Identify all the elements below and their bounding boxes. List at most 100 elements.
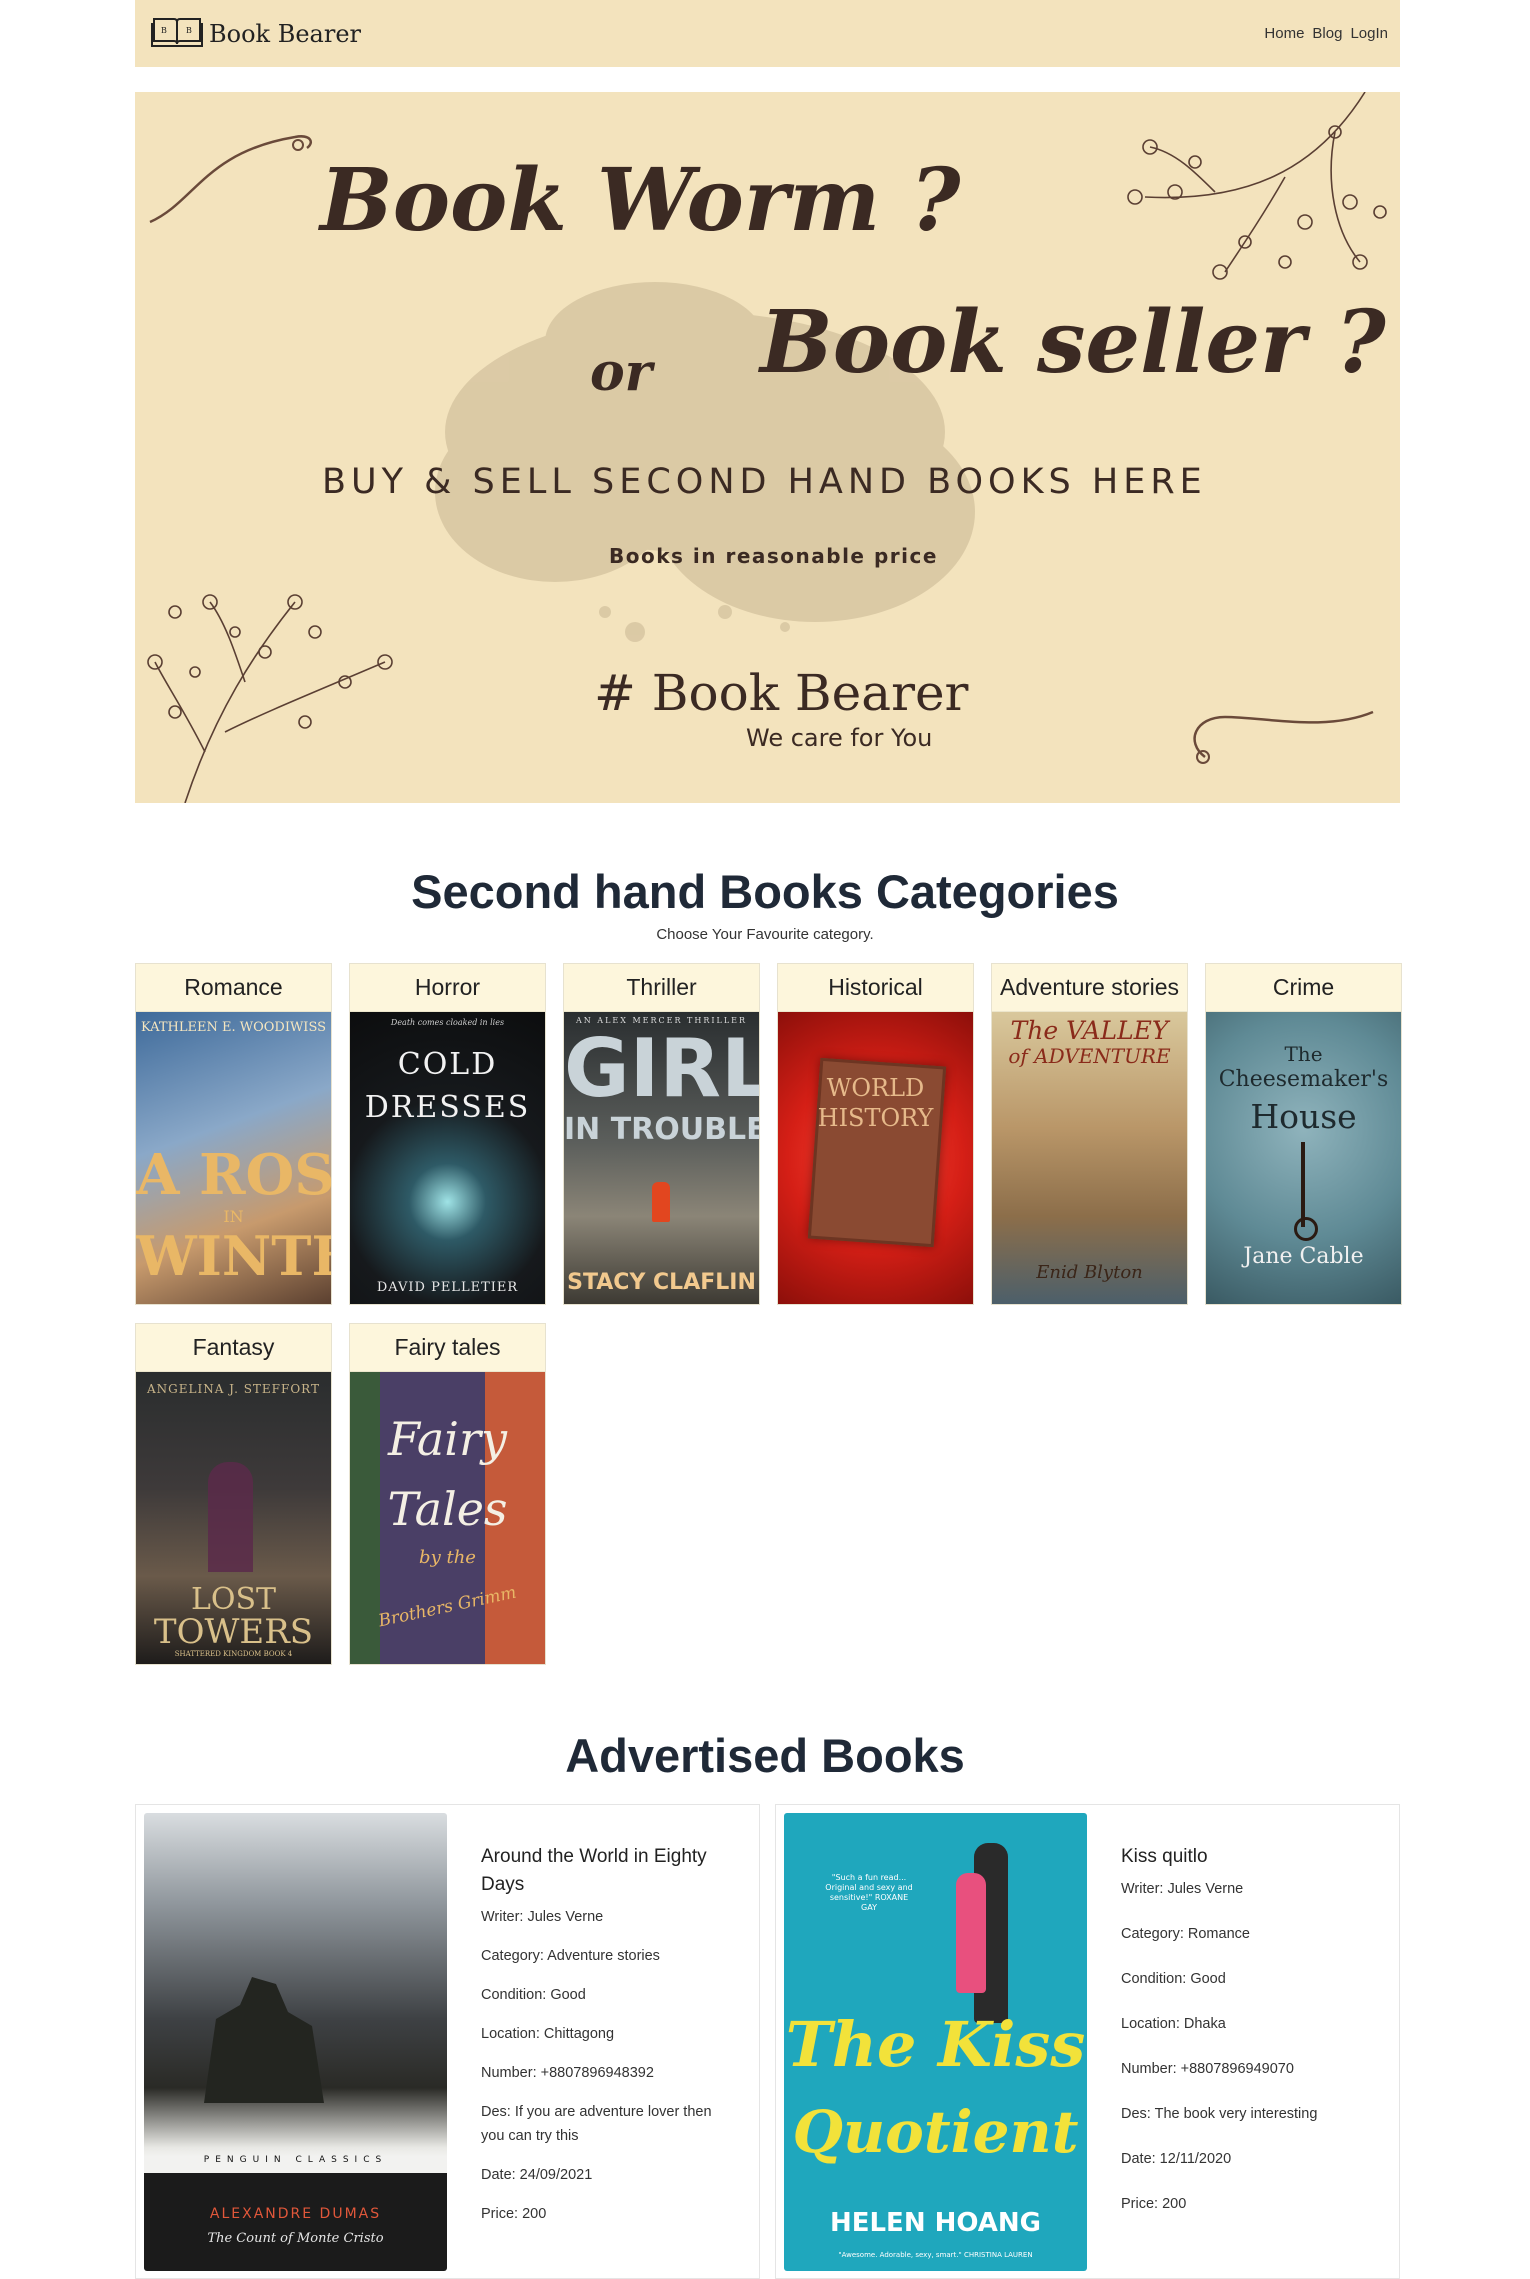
- ad-card[interactable]: PENGUIN CLASSICS ALEXANDRE DUMAS The Cou…: [135, 1804, 760, 2279]
- cover-text: WORLD: [826, 1074, 925, 1102]
- cover-text: A ROSE: [136, 1142, 331, 1208]
- nav-blog-link[interactable]: Blog: [1312, 25, 1342, 42]
- ad-condition: Condition: Good: [1121, 1971, 1226, 1987]
- category-card-fantasy[interactable]: Fantasy ANGELINA J. STEFFORT LOST TOWERS…: [135, 1323, 332, 1665]
- category-card-horror[interactable]: Horror Death comes cloaked in lies COLD …: [349, 963, 546, 1305]
- ad-description: Des: The book very interesting: [1121, 2106, 1318, 2122]
- banner-tagline: BUY & SELL SECOND HAND BOOKS HERE: [322, 462, 1207, 502]
- cover-text: Jane Cable: [1243, 1244, 1364, 1269]
- cover-text: WINTER: [136, 1224, 331, 1288]
- cover-text: COLD: [397, 1047, 498, 1082]
- cover-text: STACY CLAFLIN: [567, 1270, 756, 1295]
- cover-text: The: [1284, 1042, 1323, 1066]
- cover-text: The VALLEY: [1010, 1016, 1169, 1045]
- nav-home-link[interactable]: Home: [1264, 25, 1304, 42]
- cover-band: [144, 2173, 447, 2271]
- cover-text: SHATTERED KINGDOM BOOK 4: [174, 1650, 293, 1658]
- cover-text: Cheesemaker's: [1218, 1067, 1389, 1092]
- banner-or: or: [590, 342, 653, 403]
- book-cover-image: Fairy Tales by the Brothers Grimm: [350, 1372, 545, 1664]
- cover-text: Enid Blyton: [1036, 1262, 1143, 1283]
- nav-links: Home Blog LogIn: [1264, 25, 1388, 42]
- cover-quote: "Such a fun read... Original and sexy an…: [825, 1873, 913, 1912]
- ad-book-title: Kiss quitlo: [1121, 1846, 1208, 1867]
- book-cover-image: AN ALEX MERCER THRILLER GIRL IN TROUBLE …: [564, 1012, 759, 1304]
- cover-castle: [204, 1977, 324, 2103]
- ad-category: Category: Adventure stories: [481, 1948, 660, 1964]
- cover-title: The Kiss: [785, 2008, 1086, 2081]
- cover-text: by the: [419, 1547, 476, 1568]
- brand-link[interactable]: B B Book Bearer: [151, 13, 361, 54]
- category-label: Adventure stories: [992, 964, 1187, 1012]
- cover-text: HISTORY: [817, 1104, 934, 1132]
- navbar: B B Book Bearer Home Blog LogIn: [135, 0, 1400, 67]
- category-label: Fairy tales: [350, 1324, 545, 1372]
- ad-description: Des: If you are adventure lover then you…: [481, 2104, 712, 2144]
- book-cover-image: The VALLEY of ADVENTURE Enid Blyton: [992, 1012, 1187, 1304]
- ad-book-cover: PENGUIN CLASSICS ALEXANDRE DUMAS The Cou…: [144, 1813, 447, 2271]
- banner-headline-1: Book Worm ?: [320, 150, 961, 251]
- category-card-adventure[interactable]: Adventure stories The VALLEY of ADVENTUR…: [991, 963, 1188, 1305]
- ad-category: Category: Romance: [1121, 1926, 1250, 1942]
- cover-text: DAVID PELLETIER: [376, 1280, 519, 1295]
- banner-subtagline: Books in reasonable price: [609, 544, 938, 568]
- cover-title: The Count of Monte Cristo: [207, 2231, 384, 2246]
- cover-text: Fairy: [388, 1412, 507, 1466]
- nav-login-link[interactable]: LogIn: [1350, 25, 1388, 42]
- key-ring: [1294, 1217, 1318, 1241]
- key-shape: [1301, 1142, 1305, 1227]
- brand-name: Book Bearer: [209, 19, 362, 48]
- cover-text: KATHLEEN E. WOODIWISS: [140, 1020, 327, 1035]
- ad-number: Number: +8807896948392: [481, 2065, 654, 2081]
- category-label: Crime: [1206, 964, 1401, 1012]
- ad-location: Location: Dhaka: [1121, 2016, 1226, 2032]
- category-card-crime[interactable]: Crime The Cheesemaker's House Jane Cable: [1205, 963, 1402, 1305]
- cover-footer: "Awesome. Adorable, sexy, smart." CHRIST…: [838, 2251, 1033, 2259]
- cover-figure: [956, 1873, 986, 1993]
- cover-title: Quotient: [792, 2098, 1079, 2166]
- ad-price: Price: 200: [1121, 2196, 1187, 2212]
- ad-number: Number: +8807896949070: [1121, 2061, 1294, 2077]
- hero-banner: Book Worm ? or Book seller ? BUY & SELL …: [135, 92, 1400, 803]
- cover-text: Death comes cloaked in lies: [390, 1018, 505, 1027]
- ad-details: Kiss quitlo Writer: Jules Verne Category…: [1121, 1843, 1371, 2231]
- ad-date: Date: 24/09/2021: [481, 2167, 593, 2183]
- cover-text: House: [1250, 1097, 1357, 1136]
- category-label: Historical: [778, 964, 973, 1012]
- cover-author: HELEN HOANG: [829, 2208, 1042, 2238]
- ad-location: Location: Chittagong: [481, 2026, 615, 2042]
- cover-text: Tales: [387, 1482, 508, 1536]
- category-label: Horror: [350, 964, 545, 1012]
- ad-condition: Condition: Good: [481, 1987, 586, 2003]
- book-cover-image: ANGELINA J. STEFFORT LOST TOWERS SHATTER…: [136, 1372, 331, 1664]
- category-card-historical[interactable]: Historical WORLD HISTORY: [777, 963, 974, 1305]
- book-cover-image: WORLD HISTORY: [778, 1012, 973, 1304]
- ad-writer: Writer: Jules Verne: [1121, 1881, 1244, 1897]
- ad-card[interactable]: "Such a fun read... Original and sexy an…: [775, 1804, 1400, 2279]
- category-card-fairy-tales[interactable]: Fairy tales Fairy Tales by the Brothers …: [349, 1323, 546, 1665]
- banner-brand: # Book Bearer: [594, 664, 969, 722]
- cover-text: of ADVENTURE: [1008, 1044, 1171, 1068]
- cover-text: GIRL: [564, 1022, 759, 1115]
- ad-book-cover: "Such a fun read... Original and sexy an…: [784, 1813, 1087, 2271]
- ad-price: Price: 200: [481, 2206, 547, 2222]
- ad-date: Date: 12/11/2020: [1121, 2151, 1232, 2167]
- book-cover-image: The Cheesemaker's House Jane Cable: [1206, 1012, 1401, 1304]
- book-cover-image: KATHLEEN E. WOODIWISS A ROSE IN WINTER: [136, 1012, 331, 1304]
- cover-text: TOWERS: [153, 1612, 314, 1652]
- category-label: Thriller: [564, 964, 759, 1012]
- category-label: Romance: [136, 964, 331, 1012]
- categories-title: Second hand Books Categories: [411, 865, 1119, 918]
- categories-subtitle: Choose Your Favourite category.: [656, 926, 874, 943]
- cover-text: ANGELINA J. STEFFORT: [146, 1382, 320, 1396]
- category-card-thriller[interactable]: Thriller AN ALEX MERCER THRILLER GIRL IN…: [563, 963, 760, 1305]
- cover-text: IN TROUBLE: [564, 1112, 759, 1147]
- banner-headline-2: Book seller ?: [760, 292, 1386, 393]
- category-card-romance[interactable]: Romance KATHLEEN E. WOODIWISS A ROSE IN …: [135, 963, 332, 1305]
- book-icon: B B: [151, 13, 203, 54]
- svg-text:B: B: [186, 26, 192, 35]
- cover-figure: [208, 1462, 253, 1572]
- ad-book-title: Around the World in Eighty Days: [481, 1846, 707, 1895]
- advertised-title: Advertised Books: [565, 1729, 965, 1782]
- cover-figure: [652, 1182, 670, 1222]
